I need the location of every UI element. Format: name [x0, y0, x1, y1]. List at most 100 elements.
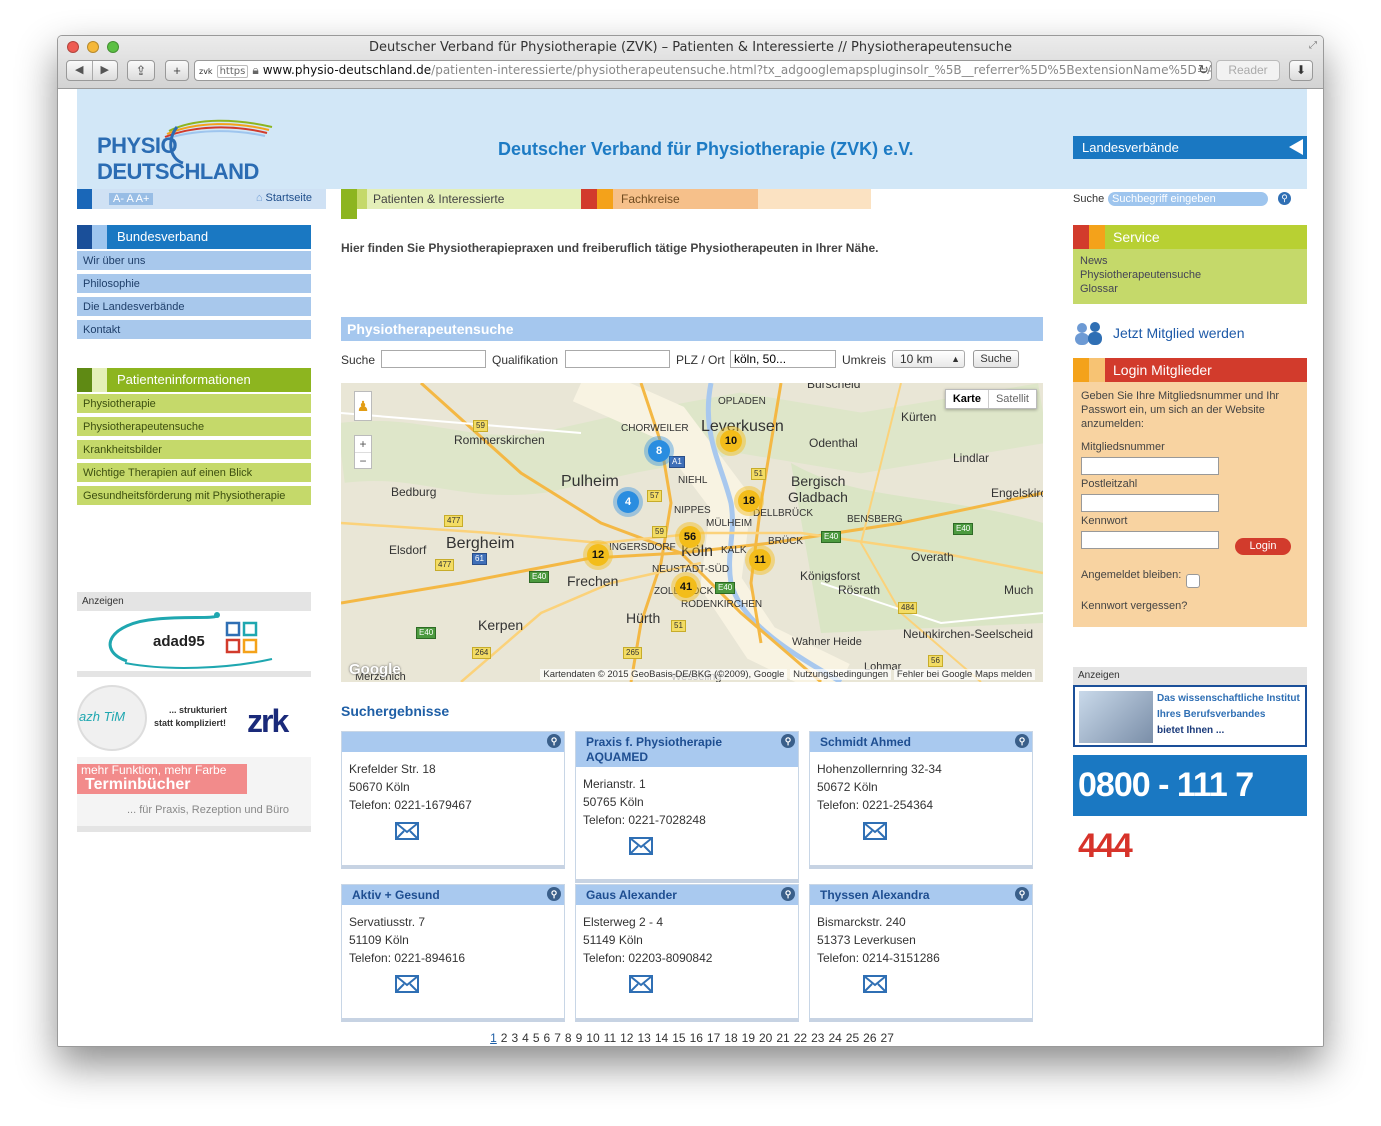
magnifier-icon[interactable]: ⚲ — [1015, 734, 1029, 748]
page-link[interactable]: 12 — [620, 1031, 633, 1045]
suche-button[interactable]: Suche — [973, 350, 1019, 368]
landesverbaende-dropdown[interactable]: Landesverbände — [1073, 136, 1307, 159]
startseite-link[interactable]: ⌂ Startseite — [256, 192, 312, 204]
page-link[interactable]: 13 — [637, 1031, 650, 1045]
mail-icon[interactable] — [629, 975, 653, 993]
result-card-title[interactable]: Aktiv + Gesund ⚲ — [342, 885, 564, 905]
umkreis-select[interactable]: 10 km ▲ — [892, 350, 965, 368]
page-link[interactable]: 24 — [828, 1031, 841, 1045]
page-link[interactable]: 18 — [724, 1031, 737, 1045]
sidebar-item-krankheitsbilder[interactable]: Krankheitsbilder — [77, 438, 311, 459]
tab-patienten[interactable]: Patienten & Interessierte — [341, 189, 581, 219]
map-cluster-marker[interactable]: 4 — [617, 491, 639, 513]
sidebar-item-philosophie[interactable]: Philosophie — [77, 272, 311, 293]
add-bookmark-button[interactable]: + — [165, 60, 189, 81]
page-link[interactable]: 10 — [586, 1031, 599, 1045]
page-link[interactable]: 27 — [881, 1031, 894, 1045]
sidebar-item-gesundheitsfoerderung[interactable]: Gesundheitsförderung mit Physiotherapie — [77, 484, 311, 505]
page-link[interactable]: 14 — [655, 1031, 668, 1045]
map-type-satellit[interactable]: Satellit — [989, 390, 1036, 408]
result-card-title[interactable]: ⚲ — [342, 732, 564, 752]
page-link[interactable]: 16 — [690, 1031, 703, 1045]
zoom-out-button[interactable]: − — [355, 453, 371, 469]
magnifier-icon[interactable]: ⚲ — [1015, 887, 1029, 901]
sidebar-item-kontakt[interactable]: Kontakt — [77, 318, 311, 339]
zip-input[interactable] — [1081, 494, 1219, 512]
password-input[interactable] — [1081, 531, 1219, 549]
page-link[interactable]: 19 — [742, 1031, 755, 1045]
map-terms-link[interactable]: Nutzungsbedingungen — [790, 669, 892, 680]
page-link[interactable]: 7 — [554, 1031, 561, 1045]
map-type-karte[interactable]: Karte — [946, 390, 989, 408]
result-card-title[interactable]: Thyssen Alexandra ⚲ — [810, 885, 1032, 905]
sidebar-item-physiotherapeutensuche[interactable]: Physiotherapeutensuche — [77, 415, 311, 436]
share-button[interactable]: ⇪ — [127, 60, 155, 81]
search-icon[interactable]: ⚲ — [1278, 192, 1291, 205]
magnifier-icon[interactable]: ⚲ — [547, 887, 561, 901]
member-number-input[interactable] — [1081, 457, 1219, 475]
tab-fachkreise[interactable]: Fachkreise — [581, 189, 871, 209]
login-button[interactable]: Login — [1235, 538, 1291, 555]
map-cluster-marker[interactable]: 41 — [675, 576, 697, 598]
map-cluster-marker[interactable]: 10 — [720, 430, 742, 452]
ad-terminbuecher[interactable]: mehr Funktion, mehr Farbe Terminbücher .… — [77, 757, 311, 832]
map-cluster-marker[interactable]: 12 — [587, 544, 609, 566]
map-view[interactable]: ♟ + − Karte Satellit Burscheid OPLADEN L… — [341, 383, 1043, 682]
map-report-link[interactable]: Fehler bei Google Maps melden — [893, 669, 1035, 680]
page-link[interactable]: 15 — [672, 1031, 685, 1045]
map-cluster-marker[interactable]: 56 — [679, 526, 701, 548]
result-card-title[interactable]: Schmidt Ahmed ⚲ — [810, 732, 1032, 752]
page-link[interactable]: 8 — [565, 1031, 572, 1045]
page-link[interactable]: 23 — [811, 1031, 824, 1045]
fullscreen-icon[interactable]: ⤢ — [1309, 40, 1317, 51]
page-link[interactable]: 26 — [863, 1031, 876, 1045]
font-size-controls[interactable]: A- A A+ — [109, 193, 154, 205]
page-link[interactable]: 3 — [511, 1031, 518, 1045]
suche-input[interactable] — [381, 350, 486, 368]
page-link[interactable]: 25 — [846, 1031, 859, 1045]
page-link[interactable]: 11 — [604, 1031, 616, 1045]
menu-patienten-head[interactable]: Patienteninformationen — [77, 368, 311, 392]
qualifikation-input[interactable] — [565, 350, 670, 368]
address-bar[interactable]: zvk https 🔒︎ www.physio-deutschland.de/pati… — [194, 60, 1212, 81]
mail-icon[interactable] — [863, 822, 887, 840]
result-card-title[interactable]: Gaus Alexander ⚲ — [576, 885, 798, 905]
service-item-glossar[interactable]: Glossar — [1080, 282, 1300, 296]
mail-icon[interactable] — [629, 837, 653, 855]
plz-ort-input[interactable] — [730, 350, 836, 368]
ad-institut[interactable]: Das wissenschaftliche Institut Ihres Ber… — [1073, 685, 1307, 747]
map-cluster-marker[interactable]: 11 — [749, 549, 771, 571]
map-cluster-marker[interactable]: 8 — [648, 440, 670, 462]
page-link[interactable]: 5 — [533, 1031, 540, 1045]
back-button[interactable]: ◀ — [67, 61, 93, 80]
page-link[interactable]: 22 — [794, 1031, 807, 1045]
ad-zrk[interactable]: azh TiM ... strukturiert statt komplizie… — [77, 683, 311, 753]
sidebar-item-wir-ueber-uns[interactable]: Wir über uns — [77, 249, 311, 270]
map-cluster-marker[interactable]: 18 — [738, 490, 760, 512]
site-logo[interactable]: PHYSIO DEUTSCHLAND — [97, 119, 337, 184]
sidebar-item-physiotherapie[interactable]: Physiotherapie — [77, 392, 311, 413]
zoom-in-button[interactable]: + — [355, 436, 371, 453]
service-item-news[interactable]: News — [1080, 254, 1300, 268]
page-link[interactable]: 21 — [776, 1031, 789, 1045]
magnifier-icon[interactable]: ⚲ — [547, 734, 561, 748]
reader-button[interactable]: Reader — [1216, 60, 1280, 81]
page-link[interactable]: 17 — [707, 1031, 720, 1045]
magnifier-icon[interactable]: ⚲ — [781, 887, 795, 901]
reload-icon[interactable]: ↻ — [1198, 62, 1209, 78]
menu-bundesverband-head[interactable]: Bundesverband — [77, 225, 311, 249]
sidebar-item-landesverbaende[interactable]: Die Landesverbände — [77, 295, 311, 316]
magnifier-icon[interactable]: ⚲ — [781, 734, 795, 748]
page-link[interactable]: 20 — [759, 1031, 772, 1045]
forward-button[interactable]: ▶ — [93, 61, 118, 80]
forgot-password-link[interactable]: Kennwort vergessen? — [1081, 599, 1187, 613]
page-link[interactable]: 9 — [576, 1031, 583, 1045]
page-link[interactable]: 4 — [522, 1031, 529, 1045]
page-link[interactable]: 6 — [544, 1031, 551, 1045]
mail-icon[interactable] — [395, 975, 419, 993]
page-link[interactable]: 2 — [501, 1031, 508, 1045]
remember-checkbox[interactable] — [1186, 574, 1200, 588]
mail-icon[interactable] — [863, 975, 887, 993]
street-view-pegman[interactable]: ♟ — [354, 391, 372, 421]
service-item-suche[interactable]: Physiotherapeutensuche — [1080, 268, 1300, 282]
